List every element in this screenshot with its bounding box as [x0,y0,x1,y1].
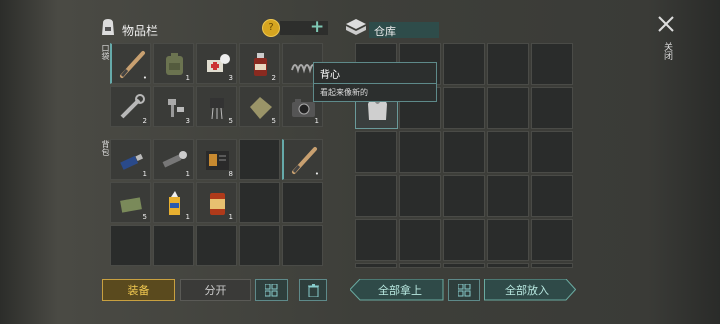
item-tooltip: 背心 看起来像新的 [313,62,437,102]
pocket-slot[interactable]: 1 [153,43,194,84]
coin-icon: ? [262,19,280,37]
item-count: 1 [185,213,190,221]
pocket-slot[interactable]: 2 [239,43,280,84]
bag-slot[interactable]: 1 [196,182,237,223]
item-count: 1 [185,74,190,82]
storage-slot[interactable] [531,175,573,217]
item-count: 2 [142,117,147,125]
storage-slot[interactable] [443,87,485,129]
backpack-title: 物品栏 [122,24,159,38]
storage-slot[interactable] [487,175,529,217]
bag-slot-empty[interactable] [239,225,280,266]
storage-slot[interactable] [443,219,485,261]
item-count: 3 [228,74,233,82]
bag-slot[interactable]: • [282,139,323,180]
sort-grid-button[interactable] [255,279,288,301]
take-all-button[interactable]: 全部拿上 [350,279,444,301]
storage-slot[interactable] [531,87,573,129]
bag-slot-empty[interactable] [282,225,323,266]
bag-slot-empty[interactable] [110,225,151,266]
item-count: 1 [314,117,319,125]
bag-slot-empty[interactable] [239,139,280,180]
put-all-button[interactable]: 全部放入 [484,279,576,301]
storage-slot[interactable] [355,219,397,261]
item-count: 1 [185,170,190,178]
bag-slot-empty[interactable] [153,225,194,266]
item-count: • [314,170,319,178]
add-coins-button[interactable]: + [310,17,324,37]
storage-sort-button[interactable] [448,279,480,301]
pocket-slot[interactable]: 5 [196,86,237,127]
storage-slot[interactable] [443,43,485,85]
item-count: 5 [142,213,147,221]
storage-slot[interactable] [355,175,397,217]
storage-slot[interactable] [487,87,529,129]
item-count: 3 [185,117,190,125]
item-count: 2 [271,74,276,82]
storage-slot[interactable] [531,43,573,85]
storage-slot[interactable] [355,263,397,268]
item-count: 1 [228,213,233,221]
grid-icon [265,283,278,296]
bag-slot[interactable]: 5 [110,182,151,223]
close-icon [658,16,674,32]
close-button[interactable] [656,14,678,36]
tooltip-title: 背心 [320,70,340,81]
storage-slot[interactable] [443,175,485,217]
storage-slot[interactable] [531,219,573,261]
tooltip-divider [314,83,436,84]
storage-slot[interactable] [399,219,441,261]
storage-slot[interactable] [399,175,441,217]
bag-slot[interactable]: 1 [153,182,194,223]
pocket-slot[interactable]: 3 [153,86,194,127]
item-count: • [142,74,147,82]
bag-slot[interactable]: 1 [110,139,151,180]
bag-slot[interactable]: 8 [196,139,237,180]
storage-slot[interactable] [487,131,529,173]
close-label: 关闭 [662,42,672,60]
bag-slot-empty[interactable] [196,225,237,266]
storage-slot[interactable] [399,263,441,268]
storage-slot[interactable] [399,131,441,173]
trash-button[interactable] [299,279,327,301]
backpack-icon [98,17,118,37]
storage-slot[interactable] [443,131,485,173]
game-inventory-screen: 物品栏 ? 0 + 口袋 背包 • 1 3 2 2 3 5 5 [0,0,720,324]
storage-slot[interactable] [531,131,573,173]
take-all-label: 全部拿上 [378,284,422,297]
storage-slot[interactable] [487,219,529,261]
bag-slot-empty[interactable] [239,182,280,223]
trash-icon [307,283,319,297]
bag-slot[interactable]: 1 [153,139,194,180]
storage-slot[interactable] [487,263,529,268]
pocket-slot[interactable]: 2 [110,86,151,127]
pocket-slot[interactable]: 5 [239,86,280,127]
pocket-slot[interactable]: 3 [196,43,237,84]
item-count: 5 [228,117,233,125]
item-count: 8 [228,170,233,178]
bag-slot-empty[interactable] [282,182,323,223]
item-count: 1 [142,170,147,178]
put-all-label: 全部放入 [505,284,549,297]
storage-slot[interactable] [487,43,529,85]
storage-icon [345,18,367,38]
storage-title: 仓库 [374,25,396,38]
tooltip-description: 看起来像新的 [320,88,368,97]
storage-slot[interactable] [355,131,397,173]
equip-button[interactable]: 装备 [102,279,175,301]
grid-icon [457,283,470,296]
storage-slot[interactable] [443,263,485,268]
pocket-slot[interactable]: • [110,43,151,84]
storage-slot[interactable] [531,263,573,268]
split-button[interactable]: 分开 [180,279,251,301]
item-count: 5 [271,117,276,125]
